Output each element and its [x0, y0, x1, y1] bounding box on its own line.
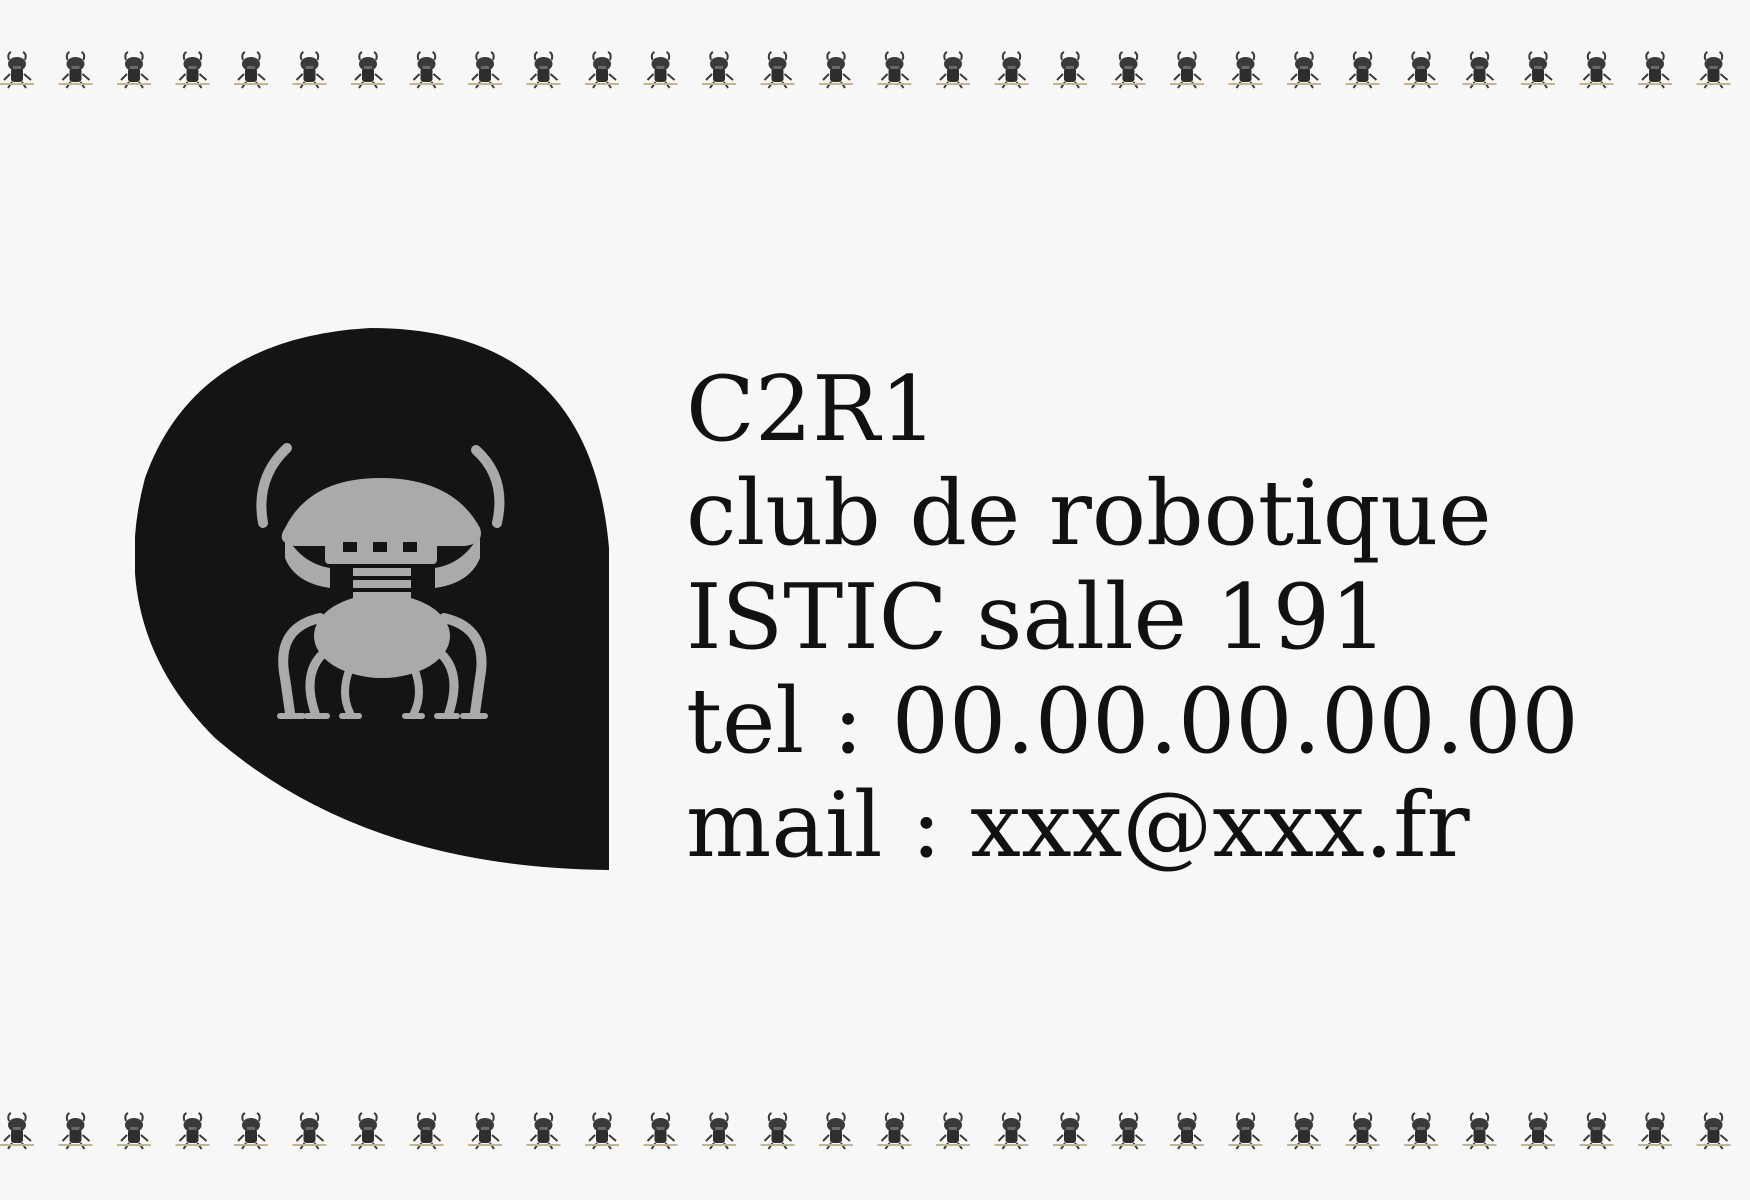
top-border-strip — [0, 44, 1750, 100]
club-phone: tel : 00.00.00.00.00 — [686, 669, 1579, 774]
club-location: ISTIC salle 191 — [686, 565, 1388, 670]
club-description: club de robotique — [686, 461, 1492, 566]
club-email: mail : xxx@xxx.fr — [686, 773, 1470, 878]
beetle-border-pattern — [0, 44, 1750, 100]
club-name: C2R1 — [686, 357, 938, 462]
bottom-border-strip — [0, 1105, 1750, 1161]
club-logo — [135, 328, 609, 870]
beetle-border-pattern — [0, 1105, 1750, 1161]
contact-info: C2R1 club de robotique ISTIC salle 191 t… — [686, 358, 1579, 878]
